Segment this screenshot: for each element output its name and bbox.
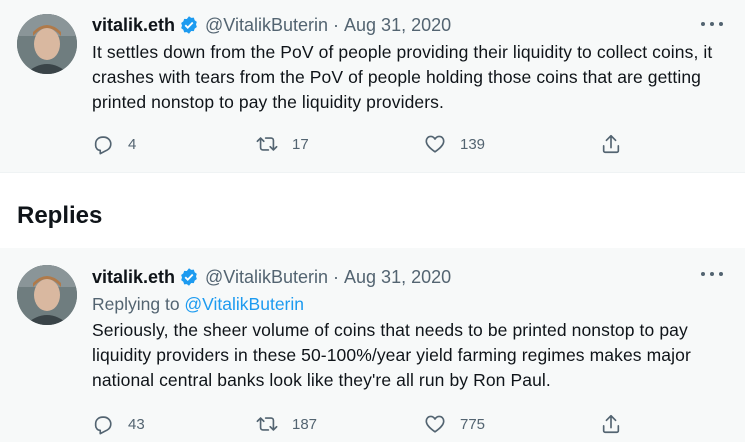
replying-to: Replying to @VitalikButerin	[92, 292, 304, 316]
reply-button[interactable]: 4	[92, 132, 136, 156]
display-name[interactable]: vitalik.eth	[92, 15, 175, 36]
like-count: 775	[460, 415, 486, 433]
divider	[0, 172, 745, 173]
tweet-text: Seriously, the sheer volume of coins tha…	[92, 320, 691, 390]
replies-heading: Replies	[17, 202, 103, 229]
retweet-button[interactable]: 187	[256, 412, 317, 436]
share-icon	[602, 414, 620, 434]
tweet-date[interactable]: Aug 31, 2020	[344, 267, 451, 288]
reply-count: 43	[128, 415, 145, 433]
retweet-icon	[256, 137, 278, 151]
more-dots-icon[interactable]	[701, 14, 723, 34]
share-button[interactable]	[600, 132, 622, 156]
tweet-header: vitalik.eth @VitalikButerin · Aug 31, 20…	[92, 265, 451, 289]
like-count: 139	[460, 135, 486, 153]
retweet-count: 187	[292, 415, 318, 433]
reply-bubble-icon	[94, 416, 112, 435]
replying-to-prefix: Replying to	[92, 294, 185, 314]
like-button[interactable]: 139	[424, 132, 485, 156]
verified-badge-icon	[179, 267, 199, 287]
user-handle[interactable]: @VitalikButerin	[205, 15, 328, 36]
reply-tweet[interactable]: vitalik.eth @VitalikButerin · Aug 31, 20…	[0, 248, 745, 442]
tweet-actions: 43 187 775	[92, 412, 652, 436]
replying-to-link[interactable]: @VitalikButerin	[184, 294, 304, 314]
verified-badge-icon	[179, 15, 199, 35]
user-handle[interactable]: @VitalikButerin	[205, 267, 328, 288]
like-button[interactable]: 775	[424, 412, 485, 436]
avatar[interactable]	[17, 14, 77, 74]
retweet-button[interactable]: 17	[256, 132, 309, 156]
reply-bubble-icon	[94, 136, 112, 155]
reply-count: 4	[128, 135, 137, 153]
tweet-date[interactable]: Aug 31, 2020	[344, 15, 451, 36]
retweet-count: 17	[292, 135, 309, 153]
main-tweet[interactable]: vitalik.eth @VitalikButerin · Aug 31, 20…	[0, 0, 745, 172]
retweet-icon	[256, 417, 278, 431]
avatar[interactable]	[17, 265, 77, 325]
tweet-text: It settles down from the PoV of people p…	[92, 42, 713, 112]
separator-dot: ·	[333, 14, 340, 35]
tweet-header: vitalik.eth @VitalikButerin · Aug 31, 20…	[92, 13, 451, 37]
heart-icon	[425, 135, 445, 153]
display-name[interactable]: vitalik.eth	[92, 267, 175, 288]
heart-icon	[425, 415, 445, 433]
share-button[interactable]	[600, 412, 622, 436]
more-dots-icon[interactable]	[701, 264, 723, 284]
tweet-actions: 4 17 139	[92, 132, 652, 156]
separator-dot: ·	[333, 266, 340, 287]
reply-button[interactable]: 43	[92, 412, 145, 436]
share-icon	[602, 134, 620, 154]
